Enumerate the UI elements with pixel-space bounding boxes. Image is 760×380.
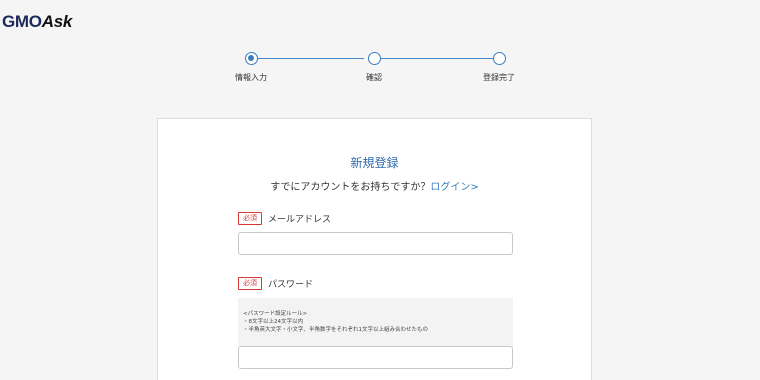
password-label: パスワード (268, 280, 314, 290)
step-connector (381, 58, 493, 59)
step-connector (257, 58, 364, 59)
step-1-active-dot-icon (245, 52, 258, 65)
step-label-complete: 登録完了 (483, 73, 515, 82)
email-field[interactable] (238, 232, 513, 255)
email-label-row: 必須 メールアドレス (238, 212, 331, 225)
required-badge: 必須 (238, 212, 262, 225)
signup-page: GMOAsk 情報入力 確認 登録完了 新規登録 すでにアカウントをお持ちですか… (0, 0, 760, 380)
logo-text-gmo: GMO (2, 12, 42, 31)
step-label-input: 情報入力 (235, 73, 267, 82)
gmo-ask-logo[interactable]: GMOAsk (2, 12, 72, 32)
step-3-dot-icon (493, 52, 506, 65)
page-title: 新規登録 (350, 156, 399, 170)
password-rules: <パスワード設定ルール> ・8文字以上24文字以内 ・半角英大文字・小文字、半角… (243, 310, 428, 334)
password-rule-length: ・8文字以上24文字以内 (243, 319, 303, 325)
login-prompt: すでにアカウントをお持ちですか？ログイン> (158, 178, 591, 193)
required-badge: 必須 (238, 277, 262, 290)
progress-stepper: 情報入力 確認 登録完了 (0, 50, 760, 90)
password-rules-title: <パスワード設定ルール> (243, 311, 308, 317)
step-2-dot-icon (368, 52, 381, 65)
email-label: メールアドレス (268, 215, 332, 225)
login-link[interactable]: ログイン> (430, 182, 478, 193)
login-prompt-text: すでにアカウントをお持ちですか？ (270, 182, 431, 193)
password-rule-chars: ・半角英大文字・小文字、半角数字をそれぞれ1文字以上組み合わせたもの (243, 327, 429, 333)
password-field[interactable] (238, 346, 513, 369)
registration-card: 新規登録 すでにアカウントをお持ちですか？ログイン> 必須 メールアドレス 必須… (157, 118, 592, 380)
step-label-confirm: 確認 (366, 73, 382, 82)
logo-text-ask: Ask (41, 12, 73, 31)
password-label-row: 必須 パスワード (238, 277, 313, 290)
